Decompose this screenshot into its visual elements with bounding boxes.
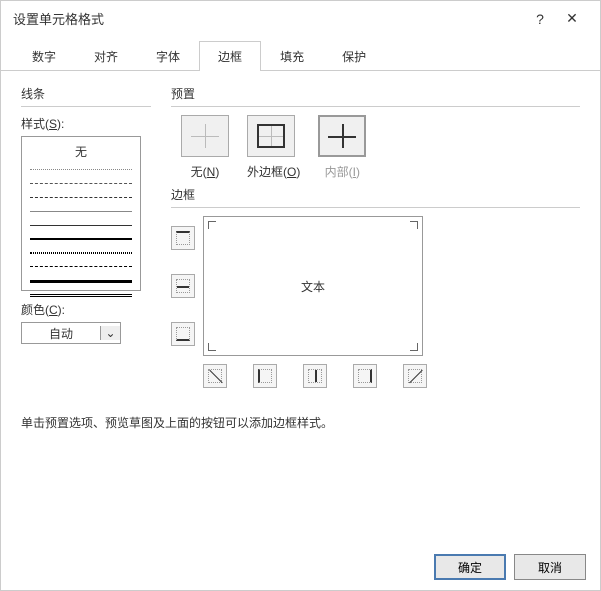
help-button[interactable]: ? xyxy=(524,11,556,27)
preset-section-label: 预置 xyxy=(171,85,580,106)
tab-font[interactable]: 字体 xyxy=(137,41,199,71)
style-option[interactable] xyxy=(22,246,140,260)
style-option[interactable] xyxy=(22,288,140,302)
tab-fill[interactable]: 填充 xyxy=(261,41,323,71)
style-list[interactable]: 无 xyxy=(21,136,141,291)
close-button[interactable]: ✕ xyxy=(556,10,588,27)
preset-none-label: 无(N) xyxy=(181,163,229,180)
help-text: 单击预置选项、预览草图及上面的按钮可以添加边框样式。 xyxy=(1,402,600,443)
preview-text: 文本 xyxy=(301,278,325,295)
style-label: 样式(S): xyxy=(21,115,151,132)
color-select[interactable]: 自动 ⌄ xyxy=(21,322,121,344)
tab-number[interactable]: 数字 xyxy=(13,41,75,71)
preset-inner-label: 内部(I) xyxy=(318,163,366,180)
dialog-title: 设置单元格格式 xyxy=(13,9,524,28)
chevron-down-icon[interactable]: ⌄ xyxy=(100,326,120,340)
border-top-button[interactable] xyxy=(171,226,195,250)
preset-outline-button[interactable] xyxy=(247,115,295,157)
tab-align[interactable]: 对齐 xyxy=(75,41,137,71)
style-option[interactable] xyxy=(22,274,140,288)
ok-button[interactable]: 确定 xyxy=(434,554,506,580)
style-option[interactable] xyxy=(22,204,140,218)
tab-border[interactable]: 边框 xyxy=(199,41,261,71)
tab-bar: 数字 对齐 字体 边框 填充 保护 xyxy=(1,40,600,71)
style-option[interactable] xyxy=(22,176,140,190)
border-vmid-button[interactable] xyxy=(303,364,327,388)
style-option[interactable] xyxy=(22,232,140,246)
preset-inner-button[interactable] xyxy=(318,115,366,157)
border-diag1-button[interactable] xyxy=(203,364,227,388)
border-section-label: 边框 xyxy=(171,186,580,207)
tab-protect[interactable]: 保护 xyxy=(323,41,385,71)
style-option[interactable] xyxy=(22,162,140,176)
border-hmid-button[interactable] xyxy=(171,274,195,298)
preset-none-button[interactable] xyxy=(181,115,229,157)
border-right-button[interactable] xyxy=(353,364,377,388)
style-option[interactable] xyxy=(22,260,140,274)
preset-outline-label: 外边框(O) xyxy=(247,163,300,180)
style-none[interactable]: 无 xyxy=(22,141,140,162)
style-option[interactable] xyxy=(22,190,140,204)
color-label: 颜色(C): xyxy=(21,301,151,318)
color-value: 自动 xyxy=(22,325,100,342)
line-section-label: 线条 xyxy=(21,85,151,106)
cancel-button[interactable]: 取消 xyxy=(514,554,586,580)
style-option[interactable] xyxy=(22,218,140,232)
border-bottom-button[interactable] xyxy=(171,322,195,346)
border-diag2-button[interactable] xyxy=(403,364,427,388)
border-left-button[interactable] xyxy=(253,364,277,388)
border-preview[interactable]: 文本 xyxy=(203,216,423,356)
